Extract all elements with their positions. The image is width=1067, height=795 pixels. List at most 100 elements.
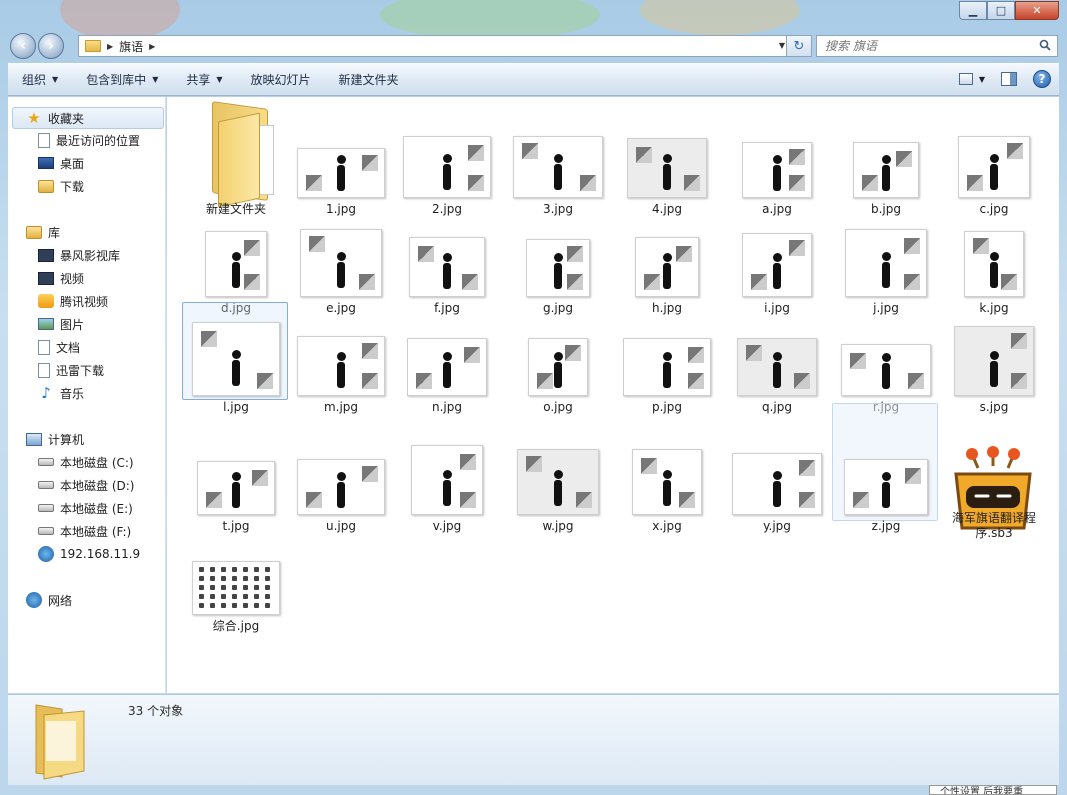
refresh-button[interactable]: ↻ — [786, 35, 812, 57]
details-pane: 33 个对象 — [8, 694, 1059, 785]
new-folder-button[interactable]: 新建文件夹 — [325, 63, 413, 96]
include-library-menu[interactable]: 包含到库中 ▼ — [72, 63, 172, 96]
nav-thunder-downloads[interactable]: 迅雷下载 — [38, 359, 104, 381]
close-button[interactable]: ✕ — [1015, 1, 1059, 20]
folder-icon — [85, 40, 101, 52]
file-item[interactable]: 综合.jpg — [184, 558, 288, 678]
share-menu[interactable]: 共享 ▼ — [172, 63, 236, 96]
breadcrumb-item[interactable]: 旗语 — [119, 38, 143, 55]
desktop-icon — [38, 157, 54, 169]
file-item[interactable]: v.jpg — [395, 442, 499, 562]
file-item[interactable]: p.jpg — [615, 325, 719, 445]
drive-icon — [38, 481, 54, 489]
folder-icon — [212, 101, 278, 208]
file-name: i.jpg — [764, 301, 790, 315]
file-item[interactable]: 新建文件夹 — [184, 97, 288, 217]
file-item[interactable]: b.jpg — [834, 97, 938, 217]
search-input[interactable] — [825, 36, 1025, 56]
image-thumbnail — [297, 336, 385, 396]
search-icon[interactable] — [1039, 39, 1051, 51]
image-thumbnail — [958, 136, 1030, 198]
file-name: h.jpg — [652, 301, 682, 315]
file-item[interactable]: o.jpg — [506, 325, 610, 445]
file-item[interactable]: c.jpg — [942, 97, 1046, 217]
nav-favorites[interactable]: ★ 收藏夹 — [26, 107, 84, 129]
slideshow-button[interactable]: 放映幻灯片 — [237, 63, 325, 96]
image-thumbnail — [853, 142, 919, 198]
file-item[interactable]: z.jpg — [832, 403, 938, 562]
file-name: f.jpg — [434, 301, 460, 315]
nav-desktop[interactable]: 桌面 — [38, 152, 84, 174]
chevron-down-icon[interactable]: ▼ — [979, 75, 985, 84]
file-item[interactable]: w.jpg — [506, 442, 610, 562]
chevron-right-icon[interactable]: ▶ — [149, 42, 155, 51]
nav-videos[interactable]: 视频 — [38, 267, 84, 289]
file-list: 新建文件夹 1.jpg 2.jpg 3.jpg 4.jpg a.jpg b.jpg c.jpg… — [167, 97, 1059, 693]
image-thumbnail — [627, 138, 707, 198]
file-item[interactable]: 4.jpg — [615, 97, 719, 217]
nav-drive-e[interactable]: 本地磁盘 (E:) — [38, 497, 133, 519]
file-name: v.jpg — [432, 519, 462, 533]
navigation-row: ‹ › ▶ 旗语 ▶ ▼ ↻ — [8, 30, 1059, 62]
address-bar[interactable]: ▶ 旗语 ▶ ▼ — [78, 35, 790, 57]
address-dropdown-icon[interactable]: ▼ — [779, 41, 785, 50]
forward-button[interactable]: › — [38, 33, 64, 59]
nav-computer[interactable]: 计算机 — [26, 428, 84, 450]
file-item[interactable]: s.jpg — [942, 325, 1046, 445]
file-item[interactable]: y.jpg — [725, 442, 829, 562]
nav-network-drive[interactable]: 192.168.11.9 — [38, 543, 140, 565]
caption-buttons: ▁ □ ✕ — [959, 1, 1059, 20]
nav-documents[interactable]: 文档 — [38, 336, 80, 358]
drive-icon — [38, 527, 54, 535]
file-name: 4.jpg — [651, 202, 683, 216]
file-item[interactable]: a.jpg — [725, 97, 829, 217]
nav-drive-d[interactable]: 本地磁盘 (D:) — [38, 474, 134, 496]
image-thumbnail — [964, 231, 1024, 297]
help-icon[interactable]: ? — [1033, 70, 1051, 88]
file-item[interactable]: u.jpg — [289, 442, 393, 562]
nav-pictures[interactable]: 图片 — [38, 313, 84, 335]
organize-menu[interactable]: 组织 ▼ — [8, 63, 72, 96]
minimize-button[interactable]: ▁ — [959, 1, 987, 20]
file-item[interactable]: m.jpg — [289, 325, 393, 445]
file-item[interactable]: t.jpg — [184, 442, 288, 562]
change-view-icon[interactable] — [958, 73, 973, 85]
file-item[interactable]: q.jpg — [725, 325, 829, 445]
nav-drive-c[interactable]: 本地磁盘 (C:) — [38, 451, 134, 473]
file-item[interactable]: 2.jpg — [395, 97, 499, 217]
nav-drive-f[interactable]: 本地磁盘 (F:) — [38, 520, 131, 542]
system-drive-icon — [38, 458, 54, 466]
file-item[interactable]: 3.jpg — [506, 97, 610, 217]
file-item[interactable]: n.jpg — [395, 325, 499, 445]
nav-recent-places[interactable]: 最近访问的位置 — [38, 129, 140, 151]
nav-baofeng-library[interactable]: 暴风影视库 — [38, 244, 120, 266]
file-item[interactable]: 海军旗语翻译程序.sb3 — [942, 442, 1046, 562]
image-thumbnail — [403, 136, 491, 198]
maximize-button[interactable]: □ — [987, 1, 1015, 20]
nav-network[interactable]: 网络 — [26, 589, 72, 611]
image-thumbnail — [192, 561, 280, 615]
video-library-icon — [38, 248, 54, 262]
file-name: t.jpg — [222, 519, 250, 533]
file-name: e.jpg — [326, 301, 356, 315]
file-item[interactable]: 1.jpg — [289, 97, 393, 217]
nav-music[interactable]: ♪ 音乐 — [38, 382, 84, 404]
file-name: b.jpg — [871, 202, 901, 216]
command-bar: 组织 ▼ 包含到库中 ▼ 共享 ▼ 放映幻灯片 新建文件夹 ▼ ? — [8, 63, 1059, 96]
nav-tencent-video[interactable]: 腾讯视频 — [38, 290, 108, 312]
chevron-right-icon[interactable]: ▶ — [107, 42, 113, 51]
search-box[interactable] — [816, 35, 1058, 57]
image-thumbnail — [197, 461, 275, 515]
file-item[interactable]: x.jpg — [615, 442, 719, 562]
nav-downloads[interactable]: 下载 — [38, 175, 84, 197]
file-name: p.jpg — [652, 400, 682, 414]
back-button[interactable]: ‹ — [10, 33, 36, 59]
image-thumbnail — [192, 322, 280, 396]
image-thumbnail — [205, 231, 267, 297]
nav-libraries[interactable]: 库 — [26, 221, 60, 243]
network-icon — [26, 592, 42, 608]
file-item[interactable]: l.jpg — [182, 302, 288, 445]
preview-pane-icon[interactable] — [1001, 72, 1017, 86]
file-name: 综合.jpg — [212, 619, 260, 633]
arrow-left-icon: ‹ — [20, 38, 26, 54]
